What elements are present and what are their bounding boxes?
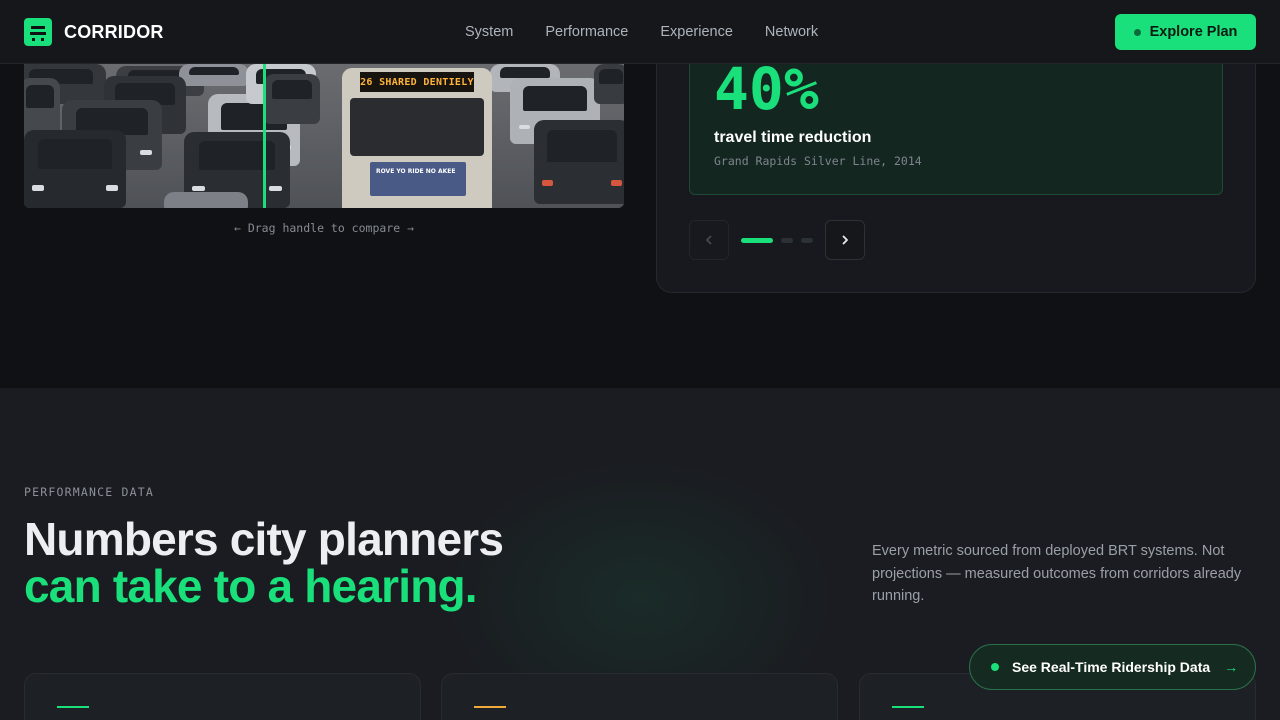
page: CORRIDOR System Performance Experience N…	[0, 0, 1280, 720]
slide-dot-1[interactable]	[741, 238, 773, 243]
nav-link-performance[interactable]: Performance	[545, 24, 628, 40]
ridership-data-button[interactable]: See Real-Time Ridership Data →	[969, 644, 1256, 690]
car-image	[264, 74, 320, 124]
before-after-compare[interactable]: 26 SHARED DENTIELY ROVE YO RIDE NO AKEE	[24, 64, 624, 208]
bus-logo-icon	[24, 18, 52, 46]
stat-value: 40%	[714, 55, 819, 123]
card-accent-bar	[57, 706, 89, 708]
card-accent-bar	[474, 706, 506, 708]
brand-logo[interactable]: CORRIDOR	[24, 18, 164, 46]
explore-plan-button[interactable]: Explore Plan	[1115, 14, 1256, 50]
car-image	[594, 64, 624, 104]
nav-link-experience[interactable]: Experience	[660, 24, 733, 40]
previous-slide-button[interactable]	[689, 220, 729, 260]
top-nav: CORRIDOR System Performance Experience N…	[0, 0, 1280, 64]
chevron-right-icon	[842, 235, 848, 245]
section-headline: Numbers city planners	[24, 513, 504, 565]
next-slide-button[interactable]	[825, 220, 865, 260]
car-image	[179, 64, 249, 86]
compare-caption: ← Drag handle to compare →	[233, 221, 414, 235]
live-dot-icon	[991, 663, 999, 671]
slide-dot-2[interactable]	[781, 238, 793, 243]
bus-advert-text: ROVE YO RIDE NO AKEE	[376, 168, 456, 175]
explore-plan-label: Explore Plan	[1149, 24, 1238, 40]
car-image	[534, 120, 624, 204]
section-eyebrow: PERFORMANCE DATA	[24, 485, 154, 499]
car-image	[24, 78, 60, 138]
section-headline-accent: can take to a hearing.	[24, 560, 478, 612]
metric-card	[24, 673, 421, 720]
slide-dot-3[interactable]	[801, 238, 813, 243]
chevron-left-icon	[706, 235, 712, 245]
bus-destination-sign: 26 SHARED DENTIELY	[360, 72, 474, 92]
metric-card	[441, 673, 838, 720]
nav-link-system[interactable]: System	[465, 24, 513, 40]
ridership-data-label: See Real-Time Ridership Data	[1012, 659, 1211, 675]
status-dot-icon	[1133, 28, 1141, 36]
brand-name: CORRIDOR	[64, 21, 164, 42]
arrow-right-icon: →	[1224, 659, 1239, 675]
section-intro: Every metric sourced from deployed BRT s…	[872, 543, 1242, 604]
car-image	[164, 192, 248, 208]
stat-source: Grand Rapids Silver Line, 2014	[714, 154, 922, 168]
stat-label: travel time reduction	[714, 129, 872, 146]
nav-link-network[interactable]: Network	[765, 24, 818, 40]
nav-links: System Performance Experience Network	[465, 0, 850, 64]
card-accent-bar	[892, 706, 924, 708]
traffic-photo: 26 SHARED DENTIELY ROVE YO RIDE NO AKEE	[24, 64, 624, 208]
slide-indicators	[741, 238, 821, 243]
comparison-section: 26 SHARED DENTIELY ROVE YO RIDE NO AKEE …	[0, 24, 1280, 388]
car-image	[24, 130, 126, 208]
compare-drag-handle[interactable]	[263, 64, 266, 208]
bus-image: 26 SHARED DENTIELY ROVE YO RIDE NO AKEE	[342, 68, 492, 208]
